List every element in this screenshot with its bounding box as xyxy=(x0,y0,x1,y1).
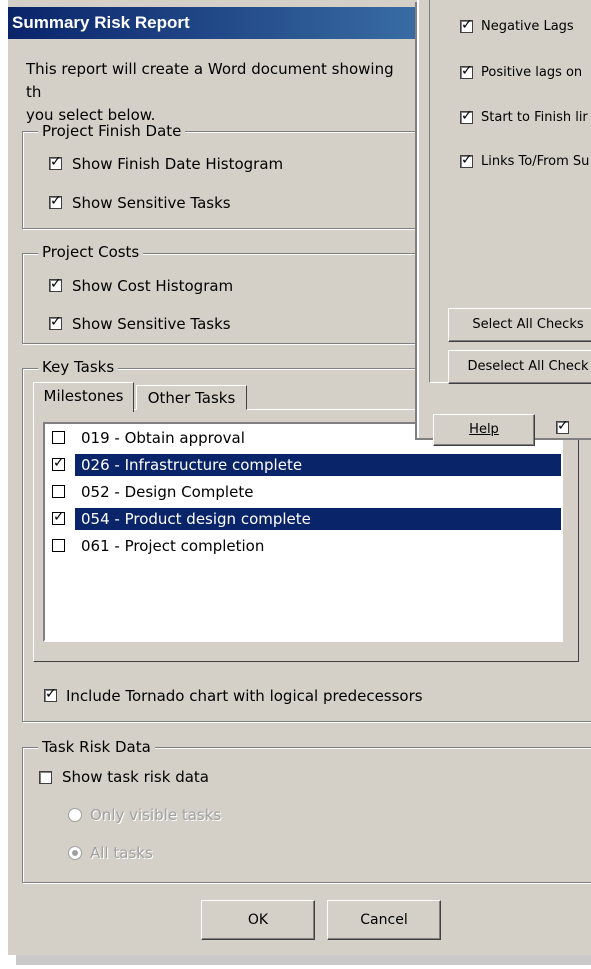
finish-histogram-checkbox[interactable] xyxy=(49,154,62,170)
list-item-checkbox[interactable] xyxy=(52,509,65,525)
list-item-checkbox[interactable] xyxy=(52,431,65,444)
background-window: Negative Lags Positive lags on Start to … xyxy=(417,0,591,446)
list-item-checkbox[interactable] xyxy=(52,485,65,498)
select-all-button[interactable]: Select All Checks xyxy=(448,308,591,342)
finish-date-group xyxy=(22,131,418,229)
finish-histogram-label[interactable]: Show Finish Date Histogram xyxy=(72,154,283,174)
cost-histogram-checkbox[interactable] xyxy=(49,276,62,292)
only-visible-label: Only visible tasks xyxy=(90,806,222,824)
list-item-label: 061 - Project completion xyxy=(81,537,265,555)
tornado-label[interactable]: Include Tornado chart with logical prede… xyxy=(66,686,423,706)
positive-lags-label[interactable]: Positive lags on xyxy=(481,63,582,83)
intro-text: This report will create a Word document … xyxy=(26,60,394,124)
list-item-label: 026 - Infrastructure complete xyxy=(75,454,561,476)
background-extra-checkbox[interactable] xyxy=(556,418,569,434)
list-item-checkbox[interactable] xyxy=(52,539,65,552)
cost-histogram-label[interactable]: Show Cost Histogram xyxy=(72,276,233,296)
list-item-label: 054 - Product design complete xyxy=(75,508,561,530)
ok-button[interactable]: OK xyxy=(201,900,315,940)
start-finish-label[interactable]: Start to Finish lir xyxy=(481,108,588,128)
help-label: Help xyxy=(469,422,499,437)
cancel-button[interactable]: Cancel xyxy=(327,900,441,940)
tab-milestones[interactable]: Milestones xyxy=(33,382,134,412)
dialog-shadow xyxy=(16,955,591,965)
finish-sensitive-checkbox[interactable] xyxy=(49,193,62,209)
deselect-all-label: Deselect All Check xyxy=(467,359,589,374)
tornado-checkbox[interactable] xyxy=(44,686,57,702)
list-item[interactable]: 054 - Product design complete xyxy=(49,507,561,531)
tab-other-tasks[interactable]: Other Tasks xyxy=(136,385,247,410)
links-summary-checkbox[interactable] xyxy=(460,152,473,168)
only-visible-radio xyxy=(68,808,82,822)
all-tasks-radio xyxy=(68,846,82,860)
help-button[interactable]: Help xyxy=(433,414,535,446)
links-summary-label[interactable]: Links To/From Su xyxy=(481,152,589,172)
cost-sensitive-checkbox[interactable] xyxy=(49,314,62,330)
select-all-label: Select All Checks xyxy=(472,317,584,332)
negative-lags-label[interactable]: Negative Lags xyxy=(481,17,574,37)
start-finish-checkbox[interactable] xyxy=(460,108,473,124)
costs-legend: Project Costs xyxy=(38,242,144,262)
deselect-all-button[interactable]: Deselect All Check xyxy=(448,350,591,384)
task-risk-label[interactable]: Show task risk data xyxy=(62,767,209,787)
list-item[interactable]: 052 - Design Complete xyxy=(49,480,561,504)
all-tasks-label: All tasks xyxy=(90,844,153,862)
cost-sensitive-label[interactable]: Show Sensitive Tasks xyxy=(72,314,231,334)
dialog-title: Summary Risk Report xyxy=(8,7,428,39)
milestone-list[interactable]: 019 - Obtain approval 026 - Infrastructu… xyxy=(43,422,563,642)
list-item-label: 052 - Design Complete xyxy=(81,483,254,501)
key-tasks-legend: Key Tasks xyxy=(38,357,119,377)
list-item-checkbox[interactable] xyxy=(52,455,65,471)
list-item[interactable]: 061 - Project completion xyxy=(49,534,561,558)
task-risk-legend: Task Risk Data xyxy=(38,737,155,757)
task-risk-checkbox[interactable] xyxy=(39,771,52,784)
finish-sensitive-label[interactable]: Show Sensitive Tasks xyxy=(72,193,231,213)
list-item[interactable]: 026 - Infrastructure complete xyxy=(49,453,561,477)
negative-lags-checkbox[interactable] xyxy=(460,17,473,33)
positive-lags-checkbox[interactable] xyxy=(460,63,473,79)
finish-date-legend: Project Finish Date xyxy=(38,121,186,141)
